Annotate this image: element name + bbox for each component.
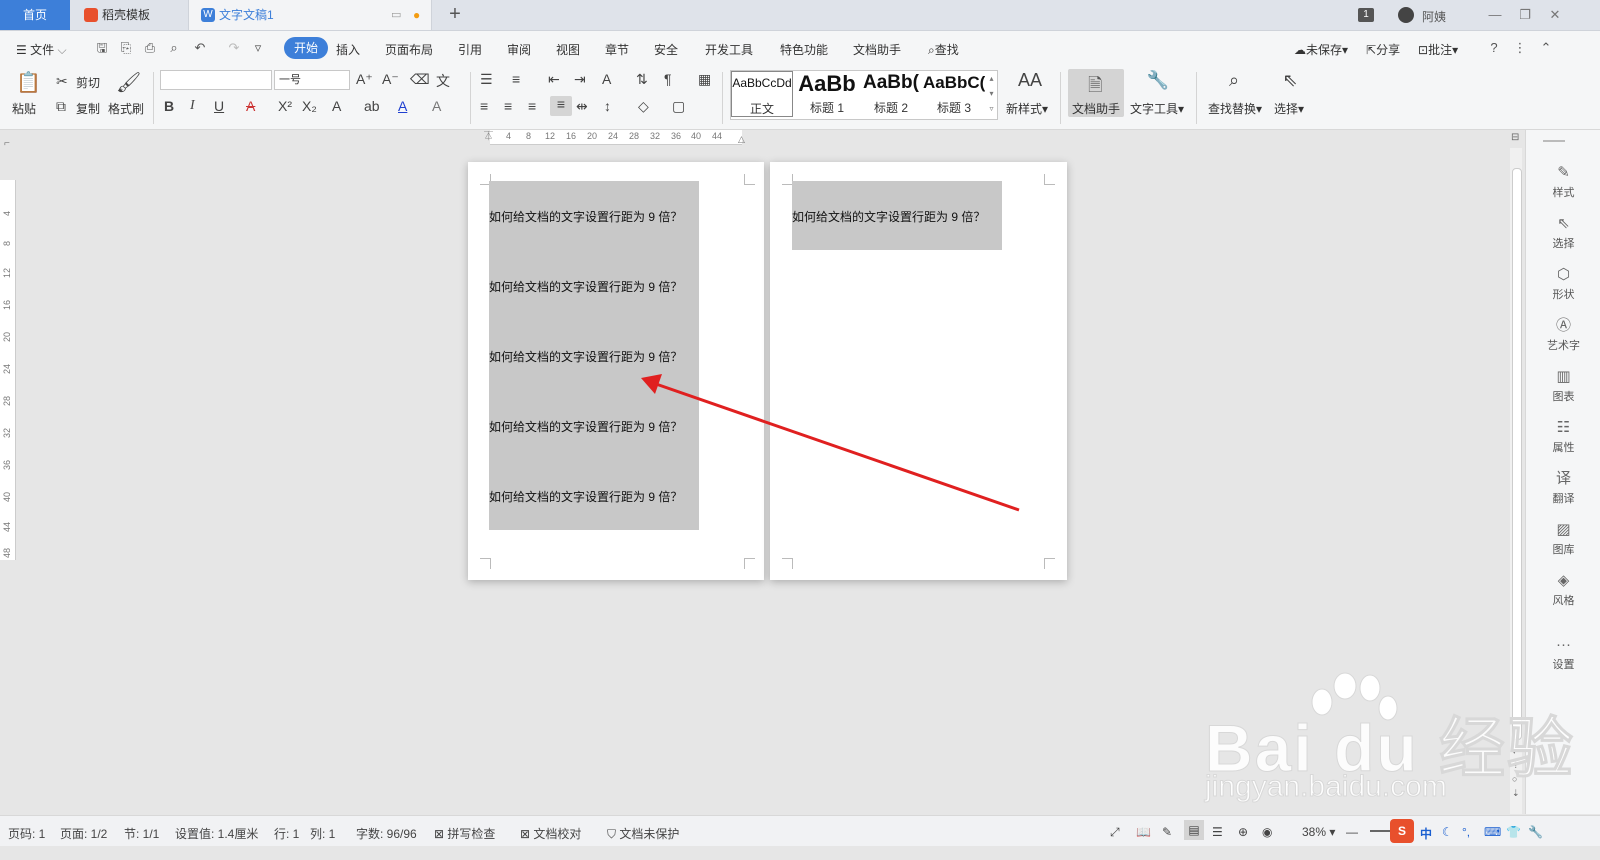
zoom-value: 38% [1302,825,1327,839]
sidebar-item-translate[interactable]: 译翻译 [1526,470,1600,506]
ime-punctuation-icon[interactable]: °, [1462,825,1470,839]
page-view-icon[interactable]: ▤ [1184,820,1204,840]
sidebar-label: 属性 [1552,442,1575,454]
cursor-icon: ⇖ [1557,215,1570,232]
status-row[interactable]: 行: 1 [274,825,299,842]
web-view-icon[interactable]: ⊕ [1238,825,1248,839]
sidebar-label: 图库 [1552,544,1575,556]
ime-chinese-mode-icon[interactable]: 中 [1420,825,1432,842]
sidebar-label: 翻译 [1552,493,1575,505]
shapes-icon: ⬡ [1556,266,1571,283]
sidebar-item-theme[interactable]: ◈ 风格 [1526,572,1600,608]
sidebar-label: 图表 [1552,391,1575,403]
proofread-button[interactable]: ⊠ 文档校对 [520,825,581,842]
sogou-ime-icon[interactable]: S [1390,819,1414,843]
pen-icon: ✎ [1557,164,1570,181]
sidebar-label: 形状 [1552,289,1575,301]
edit-mode-icon[interactable]: ✎ [1162,825,1172,839]
zoom-out-icon[interactable]: — [1346,825,1358,839]
fullscreen-icon[interactable]: ⤢ [1110,825,1120,840]
checkbox-icon: ⊠ [520,827,531,841]
theme-icon: ◈ [1557,572,1570,589]
sidebar-label: 风格 [1552,595,1575,607]
protect-label: 文档未保护 [619,827,680,841]
ime-moon-icon[interactable]: ☾ [1442,825,1453,839]
status-page-number[interactable]: 页码: 1 [8,825,45,842]
sidebar-item-wordart[interactable]: Ⓐ 艺术字 [1526,317,1600,353]
sidebar-item-styles[interactable]: ✎ 样式 [1526,164,1600,200]
image-icon: ▨ [1556,521,1571,538]
sidebar-item-select[interactable]: ⇖ 选择 [1526,215,1600,251]
sliders-icon: ☷ [1556,419,1571,436]
sidebar-label: 样式 [1552,187,1575,199]
sidebar-item-settings[interactable]: ··· 设置 [1526,636,1600,672]
pane-handle [1543,140,1565,142]
watermark-url: jingyan.baidu.com [1205,770,1448,804]
zoom-slider[interactable] [1370,830,1390,832]
ellipsis-icon: ··· [1556,636,1571,653]
sidebar-label: 艺术字 [1547,340,1580,352]
shield-icon: ⛉ [607,827,617,841]
reading-mode-icon[interactable]: 📖 [1136,825,1151,839]
scrollbar-thumb[interactable] [1512,168,1522,740]
status-column[interactable]: 列: 1 [310,825,335,842]
status-setting-value[interactable]: 设置值: 1.4厘米 [175,825,258,842]
status-section[interactable]: 节: 1/1 [124,825,159,842]
sidebar-item-chart[interactable]: ▥ 图表 [1526,368,1600,404]
sidebar-item-properties[interactable]: ☷ 属性 [1526,419,1600,455]
ime-tool-icon[interactable]: 🔧 [1528,825,1543,839]
wordart-icon: Ⓐ [1555,317,1571,334]
scroll-top-icon[interactable]: ⊟ [1511,132,1519,143]
checkbox-icon: ⊠ [434,827,445,841]
spell-check-label: 拼写检查 [447,827,496,841]
sidebar-label: 选择 [1552,238,1575,250]
status-pages[interactable]: 页面: 1/2 [60,825,107,842]
ime-shirt-icon[interactable]: 👕 [1506,825,1521,839]
eye-protection-icon[interactable]: ◉ [1262,825,1272,839]
sidebar-item-shapes[interactable]: ⬡ 形状 [1526,266,1600,302]
outline-view-icon[interactable]: ☰ [1212,825,1223,839]
sidebar-label: 设置 [1552,659,1575,671]
status-bar: 页码: 1 页面: 1/2 节: 1/1 设置值: 1.4厘米 行: 1 列: … [0,815,1600,846]
translate-icon: 译 [1555,470,1571,487]
proofread-label: 文档校对 [533,827,582,841]
zoom-level[interactable]: 38% ▾ [1302,825,1335,839]
sidebar-item-gallery[interactable]: ▨ 图库 [1526,521,1600,557]
arrow-shaft [655,382,1020,512]
spell-check-button[interactable]: ⊠ 拼写检查 [434,825,495,842]
status-word-count[interactable]: 字数: 96/96 [356,825,417,842]
ime-keyboard-icon[interactable]: ⌨ [1484,825,1501,839]
protect-status-button[interactable]: ⛉ 文档未保护 [607,825,679,842]
chart-icon: ▥ [1556,368,1571,385]
